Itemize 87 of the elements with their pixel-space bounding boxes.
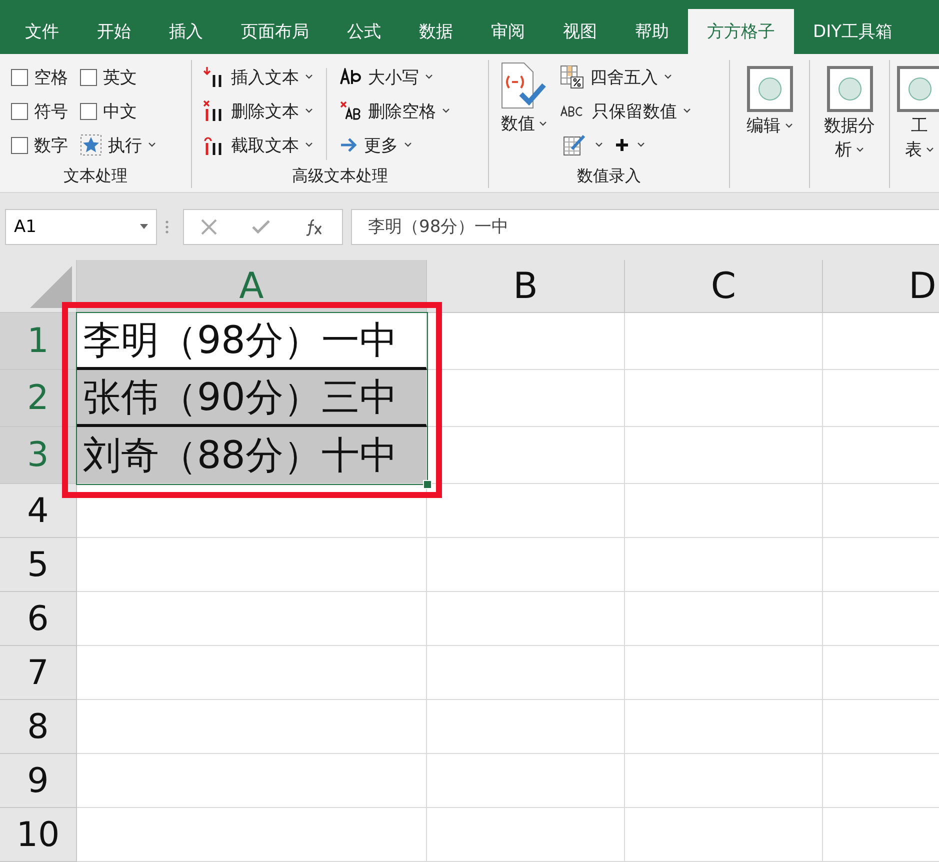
checkbox[interactable] [11,102,28,120]
group-label: 高级文本处理 [291,165,389,187]
letter-case-icon [340,68,362,86]
caret-icon [404,142,412,148]
remove-space-icon [340,101,362,121]
row-header[interactable]: 9 [0,754,77,808]
table-cell: 李明（98分）一中 [77,313,427,370]
ribbon-tab[interactable]: 页面布局 [222,9,328,54]
check-icon[interactable] [252,220,270,234]
checkbox[interactable] [11,68,28,86]
number-check-icon [501,62,547,110]
table-cell: 张伟（90分）三中 [77,370,427,427]
caret-icon [637,142,645,148]
arrow-right-icon [340,138,358,152]
menu-button[interactable]: 只保留数值 [557,94,694,128]
row-header[interactable]: 10 [0,808,77,862]
row-header[interactable]: 5 [0,538,77,592]
fill-handle[interactable] [423,480,432,489]
menu-button[interactable]: 插入文本 [200,60,316,94]
checkbox-option[interactable]: 英文 [77,60,159,94]
checkbox-label: 英文 [103,66,137,88]
menu-button[interactable]: 截取文本 [200,128,316,162]
checkbox-option[interactable]: 中文 [77,94,159,128]
ribbon-tab[interactable]: 开始 [78,9,150,54]
select-all-icon[interactable] [30,266,72,308]
caret-icon [425,74,433,80]
caret-icon [305,74,313,80]
group-label: 数值录入 [576,165,642,187]
checkbox-label: 数字 [34,134,68,156]
menu-button[interactable]: 删除文本 [200,94,316,128]
checkbox-label: 空格 [34,66,68,88]
dropdown-arrow-icon [140,224,148,229]
checkbox[interactable] [80,68,97,86]
group-label: 文本处理 [62,165,128,187]
ribbon-tab[interactable]: 视图 [544,9,616,54]
menu-button[interactable]: 四舍五入 [557,60,694,94]
name-box[interactable]: A1 [5,208,157,244]
ribbon-tab[interactable]: 插入 [150,9,222,54]
checkbox[interactable] [80,102,97,120]
menu-button[interactable]: 大小写 [337,60,453,94]
row-header[interactable]: 7 [0,646,77,700]
large-button[interactable]: 数值 [497,60,551,164]
percent-table-icon [560,65,584,89]
column-header[interactable]: D [823,260,939,313]
row-header[interactable]: 3 [0,427,77,484]
row-header[interactable]: 2 [0,370,77,427]
column-header[interactable]: C [625,260,823,313]
ribbon-tab[interactable]: 审阅 [472,9,544,54]
caret-icon [305,142,313,148]
ribbon-tab[interactable]: 公式 [328,9,400,54]
formula-field[interactable]: 李明（98分）一中 [351,208,939,244]
menu-button[interactable]: 更多 [337,128,453,162]
caret-icon [442,108,450,114]
checkbox-label: 符号 [34,100,68,122]
caret-icon [305,108,313,114]
ribbon-tab[interactable]: 文件 [6,9,78,54]
checkbox-option[interactable]: 数字 [8,128,71,162]
checkbox-option[interactable]: 符号 [8,94,71,128]
row-header[interactable]: 8 [0,700,77,754]
caret-icon [539,121,547,127]
row-header[interactable]: 4 [0,484,77,538]
caret-icon [664,74,672,80]
checkbox-option[interactable]: 空格 [8,60,71,94]
caret-icon [148,142,156,148]
row-header[interactable]: 1 [0,313,77,370]
checkbox-label: 中文 [103,100,137,122]
large-button[interactable]: 工 表 [892,64,939,188]
caret-icon [926,147,934,153]
ribbon-tab[interactable]: DIY工具箱 [794,9,912,54]
ribbon-tab[interactable]: 方方格子 [688,9,794,54]
ribbon-tab[interactable]: 数据 [400,9,472,54]
caret-icon [784,123,792,129]
ribbon-tab[interactable]: 帮助 [616,9,688,54]
column-header[interactable]: B [427,260,625,313]
caret-icon [683,108,691,114]
menu-button[interactable]: 删除空格 [337,94,453,128]
drag-handle-icon[interactable] [165,220,169,234]
plus-icon [615,138,629,152]
caret-icon [856,147,864,153]
checkbox[interactable] [11,136,28,154]
row-header[interactable]: 6 [0,592,77,646]
table-cell: 刘奇（88分）十中 [77,427,427,484]
menu-button[interactable]: 执行 [77,128,159,162]
large-button[interactable]: 编辑 [742,64,796,188]
table-pen-icon [563,134,587,156]
large-button[interactable]: 数据分 析 [820,64,879,188]
caret-icon [595,142,603,148]
